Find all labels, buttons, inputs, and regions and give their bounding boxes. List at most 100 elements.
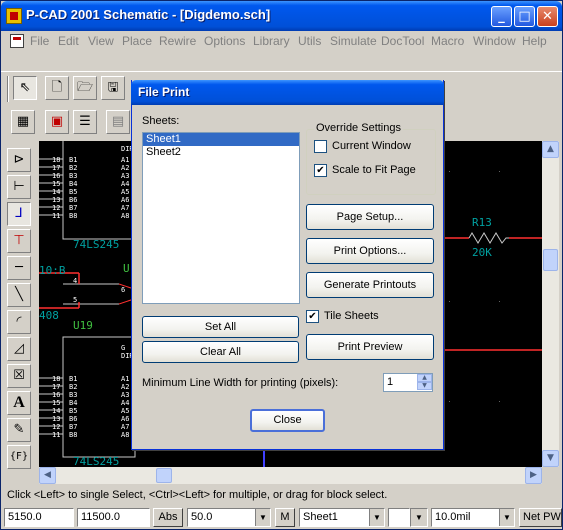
- vertical-scroll-thumb[interactable]: [543, 249, 558, 271]
- current-window-label: Current Window: [332, 140, 411, 152]
- dialog-title-bar[interactable]: File Print: [131, 80, 444, 105]
- menu-options[interactable]: Options: [204, 34, 245, 48]
- list-icon[interactable]: ☰: [73, 110, 97, 134]
- horizontal-scrollbar[interactable]: ◀ ▶: [39, 467, 542, 484]
- place-text-icon[interactable]: A: [7, 391, 31, 415]
- sheets-listbox[interactable]: Sheet1 Sheet2: [142, 132, 300, 304]
- menu-edit[interactable]: Edit: [58, 34, 79, 48]
- place-arc-icon[interactable]: ◜: [7, 310, 31, 334]
- x-coordinate-field[interactable]: 5150.0: [4, 508, 74, 527]
- line-width-select[interactable]: 10.0mil ▼: [431, 508, 515, 527]
- library-icon[interactable]: ▤: [106, 110, 130, 134]
- scroll-left-icon[interactable]: ◀: [39, 467, 56, 484]
- sheet-list-item[interactable]: Sheet1: [143, 133, 299, 146]
- sheets-label: Sheets:: [142, 115, 180, 127]
- scroll-down-icon[interactable]: ▼: [542, 450, 559, 467]
- print-preview-button[interactable]: Print Preview: [306, 334, 434, 360]
- chevron-down-icon[interactable]: ▼: [411, 509, 427, 526]
- status-bar: 5150.0 11500.0 Abs 50.0 ▼ M Sheet1 ▼ ▼ 1…: [1, 505, 562, 529]
- net-button[interactable]: Net PW: [519, 508, 562, 527]
- place-port-icon[interactable]: ⊳: [7, 148, 31, 172]
- save-disk-icon[interactable]: 🖫: [101, 76, 125, 100]
- open-folder-icon[interactable]: 🗁: [73, 76, 97, 100]
- scroll-up-icon[interactable]: ▲: [542, 141, 559, 158]
- scale-to-fit-checkbox[interactable]: ✔: [314, 164, 327, 177]
- abs-button[interactable]: Abs: [153, 508, 183, 527]
- tile-sheets-checkbox[interactable]: ✔: [306, 310, 319, 323]
- current-window-checkbox[interactable]: [314, 140, 327, 153]
- menu-rewire[interactable]: Rewire: [159, 34, 196, 48]
- sheet-select[interactable]: Sheet1 ▼: [299, 508, 385, 527]
- layer-dropdown[interactable]: ▼: [410, 508, 428, 527]
- grid-value: 50.0: [191, 511, 213, 523]
- net-label-1: 10:B: [39, 264, 66, 277]
- place-attribute-icon[interactable]: ✎: [7, 418, 31, 442]
- clear-all-button[interactable]: Clear All: [142, 341, 299, 363]
- menu-library[interactable]: Library: [253, 34, 290, 48]
- maximize-button[interactable]: □: [514, 6, 535, 27]
- minimize-button[interactable]: _: [491, 6, 512, 27]
- set-all-button[interactable]: Set All: [142, 316, 299, 338]
- scroll-right-icon[interactable]: ▶: [525, 467, 542, 484]
- chip2-pin-numbers: 18 17 16 15 14 13 12 11: [52, 375, 61, 439]
- zoom-window-icon[interactable]: ▣: [45, 110, 69, 134]
- horizontal-scroll-thumb[interactable]: [156, 468, 172, 483]
- override-settings-group: [306, 129, 436, 195]
- menu-bar: File Edit View Place Rewire Options Libr…: [1, 31, 562, 51]
- close-dialog-button[interactable]: Close: [250, 409, 325, 432]
- place-diagonal-icon[interactable]: ╲: [7, 283, 31, 307]
- print-options-button[interactable]: Print Options...: [306, 238, 434, 264]
- min-line-width-spinner[interactable]: 1 ▲ ▼: [383, 373, 433, 392]
- place-field-icon[interactable]: ☒: [7, 364, 31, 388]
- chevron-down-icon[interactable]: ▼: [499, 509, 514, 526]
- menu-place[interactable]: Place: [122, 34, 152, 48]
- line-width-value: 10.0mil: [435, 511, 471, 523]
- generate-printouts-button[interactable]: Generate Printouts: [306, 272, 434, 298]
- net-label-2: 408: [39, 309, 59, 322]
- sheet-list-item[interactable]: Sheet2: [143, 146, 299, 159]
- place-wire-icon[interactable]: ⅃: [7, 202, 31, 226]
- menu-window[interactable]: Window: [473, 34, 516, 48]
- menu-file[interactable]: File: [30, 34, 49, 48]
- y-coordinate-field[interactable]: 11500.0: [77, 508, 150, 527]
- chevron-down-icon[interactable]: ▼: [369, 509, 384, 526]
- m-button[interactable]: M: [275, 508, 295, 527]
- resistor-value: 20K: [472, 246, 492, 259]
- menu-macro[interactable]: Macro: [431, 34, 464, 48]
- place-line-icon[interactable]: ─: [7, 256, 31, 280]
- select-tool-icon[interactable]: ⇖: [13, 76, 37, 100]
- menu-utils[interactable]: Utils: [298, 34, 321, 48]
- min-line-width-value: 1: [387, 376, 394, 388]
- menu-simulate[interactable]: Simulate: [330, 34, 377, 48]
- document-icon[interactable]: [10, 34, 24, 48]
- menu-view[interactable]: View: [88, 34, 114, 48]
- resistor-ref: R13: [472, 216, 492, 229]
- page-setup-button[interactable]: Page Setup...: [306, 204, 434, 230]
- min-line-width-label: Minimum Line Width for printing (pixels)…: [142, 377, 339, 389]
- secondary-toolbar: ▦ ▣ ☰ ▤: [1, 106, 141, 141]
- scale-to-fit-label: Scale to Fit Page: [332, 164, 416, 176]
- placement-toolbar: ⊳ ⊢ ⅃ ⊤ ─ ╲ ◜ ◿ ☒ A ✎ {F}: [5, 146, 37, 481]
- dialog-title: File Print: [138, 85, 190, 99]
- vertical-scrollbar[interactable]: ▲ ▼: [542, 141, 559, 467]
- menu-doctool[interactable]: DocTool: [381, 34, 424, 48]
- menu-help[interactable]: Help: [522, 34, 547, 48]
- chevron-down-icon[interactable]: ▼: [255, 509, 270, 526]
- chip1-pin-numbers: 18 17 16 15 14 13 12 11: [52, 156, 61, 220]
- layer-color-swatch[interactable]: [388, 508, 410, 527]
- place-part-icon[interactable]: ⊢: [7, 175, 31, 199]
- window-title: P-CAD 2001 Schematic - [Digdemo.sch]: [26, 7, 271, 22]
- new-file-icon[interactable]: 🗋: [45, 76, 69, 100]
- spin-up-icon[interactable]: ▲: [417, 374, 432, 382]
- place-function-icon[interactable]: {F}: [7, 445, 31, 469]
- grid-select[interactable]: 50.0 ▼: [187, 508, 271, 527]
- app-icon: [6, 8, 22, 24]
- chip2-b-pins: B1 B2 B3 B4 B5 B6 B7 B8: [69, 375, 78, 439]
- grid-icon[interactable]: ▦: [11, 110, 35, 134]
- close-button[interactable]: ✕: [537, 6, 558, 27]
- place-bus-icon[interactable]: ⊤: [7, 229, 31, 253]
- toolbar-grip: [7, 76, 9, 102]
- spin-down-icon[interactable]: ▼: [417, 382, 432, 390]
- place-polygon-icon[interactable]: ◿: [7, 337, 31, 361]
- title-bar[interactable]: P-CAD 2001 Schematic - [Digdemo.sch] _ □…: [1, 1, 562, 31]
